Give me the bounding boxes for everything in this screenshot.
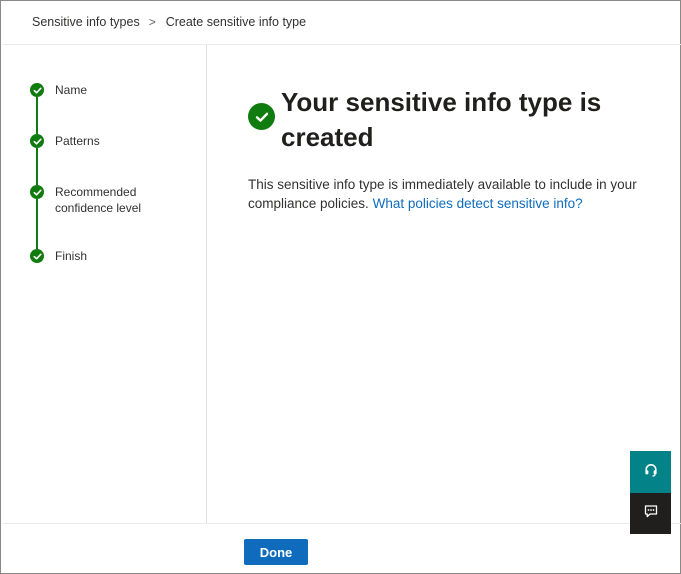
- breadcrumb-item-sensitive-info-types[interactable]: Sensitive info types: [32, 15, 140, 29]
- feedback-icon: [643, 503, 659, 524]
- wizard-step-recommended-confidence-level: Recommended confidence level: [30, 185, 165, 216]
- step-label: Finish: [55, 249, 88, 263]
- main-content: Your sensitive info type is created This…: [208, 45, 681, 523]
- breadcrumb: Sensitive info types > Create sensitive …: [32, 13, 306, 31]
- wizard-panel: Sensitive info types > Create sensitive …: [0, 0, 681, 574]
- breadcrumb-separator: >: [148, 15, 156, 29]
- wizard-step-name: Name: [30, 83, 87, 98]
- step-complete-check-icon: [30, 134, 44, 148]
- step-label: Patterns: [55, 134, 100, 148]
- wizard-step-finish: Finish: [30, 249, 87, 264]
- page-title: Your sensitive info type is created: [281, 87, 602, 152]
- footer-divider: [2, 523, 681, 524]
- step-complete-check-icon: [30, 83, 44, 97]
- success-check-icon: [248, 103, 275, 130]
- wizard-steps-pane: Name Patterns Recommended confidence lev…: [2, 45, 207, 523]
- step-complete-check-icon: [30, 185, 44, 199]
- breadcrumb-item-current: Create sensitive info type: [165, 15, 307, 29]
- headset-icon: [643, 462, 659, 483]
- done-button[interactable]: Done: [244, 539, 308, 565]
- help-button[interactable]: [630, 451, 671, 493]
- step-complete-check-icon: [30, 249, 44, 263]
- step-label: Recommended confidence level: [55, 185, 142, 215]
- step-label: Name: [55, 83, 88, 97]
- description: This sensitive info type is immediately …: [248, 175, 658, 213]
- feedback-button[interactable]: [630, 493, 671, 534]
- step-connector: [36, 97, 38, 134]
- step-connector: [36, 148, 38, 185]
- wizard-step-patterns: Patterns: [30, 134, 100, 149]
- policies-help-link[interactable]: What policies detect sensitive info?: [373, 196, 583, 211]
